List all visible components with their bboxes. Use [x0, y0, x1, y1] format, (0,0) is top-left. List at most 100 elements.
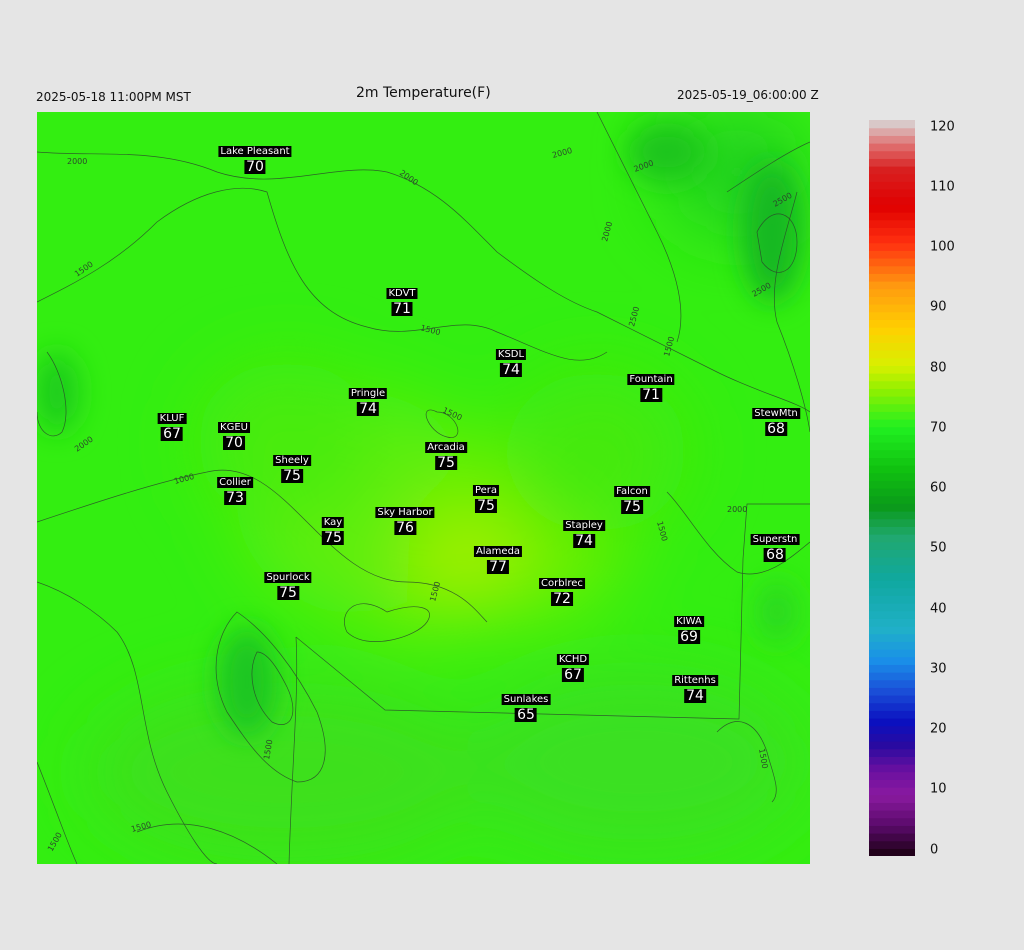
- station-temperature: 74: [500, 362, 522, 378]
- colorbar-band: [869, 449, 915, 458]
- colorbar-band: [869, 741, 915, 750]
- colorbar-band: [869, 764, 915, 773]
- colorbar: [869, 120, 915, 856]
- valid-time-local: 2025-05-18 11:00PM MST: [36, 90, 191, 104]
- colorbar-band: [869, 817, 915, 826]
- colorbar-tick: 100: [930, 239, 955, 255]
- station-name: KSDL: [495, 349, 527, 360]
- station-kchd: KCHD 67: [556, 647, 590, 682]
- colorbar-band: [869, 311, 915, 320]
- colorbar-band: [869, 196, 915, 205]
- colorbar-tick: 40: [930, 601, 947, 617]
- colorbar-tick: 50: [930, 540, 947, 556]
- station-name: KGEU: [218, 422, 250, 433]
- station-temperature: 74: [684, 688, 706, 704]
- station-kluf: KLUF 67: [157, 406, 187, 442]
- colorbar-band: [869, 672, 915, 681]
- colorbar-band: [869, 649, 915, 658]
- colorbar-band: [869, 695, 915, 704]
- station-pringle: Pringle 74: [348, 381, 388, 417]
- colorbar-band: [869, 810, 915, 819]
- colorbar-band: [869, 258, 915, 267]
- station-temperature: 76: [394, 520, 416, 536]
- colorbar-band: [869, 350, 915, 359]
- contour-label: 2000: [67, 157, 87, 166]
- temperature-map: 2000 2000 2000 2000 2500 2000 2500 2500 …: [37, 112, 810, 864]
- station-fountain: Fountain 71: [627, 367, 675, 402]
- colorbar-band: [869, 327, 915, 336]
- colorbar-band: [869, 250, 915, 259]
- colorbar-band: [869, 204, 915, 213]
- contour-label: 2000: [727, 505, 747, 514]
- station-temperature: 74: [357, 401, 379, 417]
- colorbar-band: [869, 442, 915, 451]
- colorbar-tick: 60: [930, 480, 947, 496]
- colorbar-band: [869, 580, 915, 589]
- station-temperature: 70: [244, 159, 266, 175]
- colorbar-band: [869, 488, 915, 497]
- colorbar-band: [869, 618, 915, 627]
- station-name: KCHD: [556, 654, 590, 665]
- map-title: 2m Temperature(F): [356, 85, 491, 101]
- station-temperature: 75: [435, 455, 457, 471]
- station-name: Arcadia: [425, 442, 467, 453]
- station-name: Falcon: [614, 486, 650, 497]
- station-temperature: 75: [322, 530, 344, 546]
- station-name: Pera: [472, 485, 500, 496]
- colorbar-band: [869, 173, 915, 182]
- station-temperature: 77: [487, 559, 509, 575]
- colorbar-tick: 120: [930, 119, 955, 135]
- colorbar-band: [869, 465, 915, 474]
- colorbar-band: [869, 342, 915, 351]
- station-name: Sunlakes: [501, 694, 551, 705]
- colorbar-band: [869, 143, 915, 152]
- colorbar-band: [869, 334, 915, 343]
- colorbar-band: [869, 235, 915, 244]
- colorbar-band: [869, 787, 915, 796]
- station-name: Superstn: [750, 534, 800, 545]
- colorbar-band: [869, 840, 915, 849]
- station-kiwa: KIWA 69: [674, 609, 704, 644]
- station-name: Alameda: [473, 546, 523, 557]
- station-temperature: 67: [161, 426, 183, 442]
- station-corblrec: Corblrec 72: [539, 571, 585, 606]
- colorbar-band: [869, 296, 915, 305]
- colorbar-band: [869, 219, 915, 228]
- station-temperature: 72: [551, 591, 573, 607]
- valid-time-utc: 2025-05-19_06:00:00 Z: [677, 88, 819, 102]
- colorbar-band: [869, 365, 915, 374]
- station-collier: Collier 73: [217, 470, 253, 505]
- colorbar-band: [869, 472, 915, 481]
- station-name: KIWA: [674, 616, 704, 627]
- station-temperature: 74: [573, 533, 595, 549]
- colorbar-band: [869, 833, 915, 842]
- station-temperature: 73: [224, 490, 246, 506]
- station-pera: Pera 75: [472, 478, 500, 514]
- colorbar-band: [869, 702, 915, 711]
- colorbar-band: [869, 771, 915, 780]
- colorbar-band: [869, 403, 915, 412]
- colorbar-band: [869, 242, 915, 251]
- station-superstn: Superstn 68: [750, 527, 800, 562]
- colorbar-band: [869, 587, 915, 596]
- colorbar-band: [869, 848, 915, 856]
- station-stewmtn: StewMtn 68: [752, 401, 800, 436]
- colorbar-band: [869, 158, 915, 167]
- station-alameda: Alameda 77: [473, 539, 523, 575]
- colorbar-band: [869, 748, 915, 757]
- colorbar-band: [869, 181, 915, 190]
- colorbar-band: [869, 557, 915, 566]
- station-sheely: Sheely 75: [273, 448, 311, 483]
- station-sky-harbor: Sky Harbor 76: [375, 500, 435, 536]
- station-lake-pleasant: Lake Pleasant 70: [218, 139, 292, 175]
- station-name: Rittenhs: [672, 675, 718, 686]
- colorbar-tick: 110: [930, 179, 955, 195]
- station-temperature: 69: [678, 629, 700, 645]
- colorbar-band: [869, 434, 915, 443]
- colorbar-band: [869, 610, 915, 619]
- colorbar-band: [869, 572, 915, 581]
- colorbar-band: [869, 411, 915, 420]
- station-falcon: Falcon 75: [614, 479, 650, 514]
- station-temperature: 75: [475, 498, 497, 514]
- colorbar-band: [869, 288, 915, 297]
